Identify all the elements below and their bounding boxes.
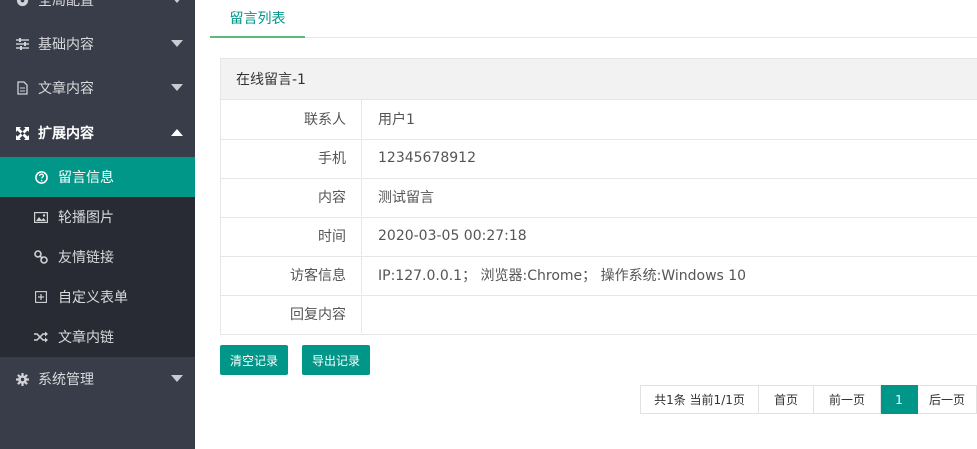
sidebar-item-article-content[interactable]: 文章内容 bbox=[0, 66, 195, 110]
document-icon bbox=[15, 81, 29, 95]
detail-label: 访客信息 bbox=[221, 256, 362, 294]
image-icon bbox=[34, 210, 48, 224]
submenu-item-custom-form[interactable]: 自定义表单 bbox=[0, 277, 195, 317]
detail-row-phone: 手机 12345678912 bbox=[220, 139, 977, 179]
submenu-item-label: 留言信息 bbox=[58, 170, 114, 186]
detail-row-time: 时间 2020-03-05 00:27:18 bbox=[220, 217, 977, 257]
chevron-down-icon bbox=[171, 375, 183, 382]
detail-value: 测试留言 bbox=[378, 190, 434, 206]
chevron-down-icon bbox=[171, 84, 183, 91]
submenu-item-label: 自定义表单 bbox=[58, 290, 128, 306]
detail-value: IP:127.0.0.1； 浏览器:Chrome； 操作系统:Windows 1… bbox=[378, 268, 747, 284]
link-icon bbox=[34, 250, 48, 264]
current-page-button[interactable]: 1 bbox=[881, 385, 918, 414]
sidebar-item-system-management[interactable]: 系统管理 bbox=[0, 357, 195, 401]
detail-value: 用户1 bbox=[378, 112, 415, 128]
submenu: 留言信息 轮播图片 友情链接 自定义表单 文章内链 bbox=[0, 157, 195, 357]
detail-row-content: 内容 测试留言 bbox=[220, 178, 977, 218]
sidebar-item-label: 全局配置 bbox=[38, 0, 94, 9]
clear-records-button[interactable]: 清空记录 bbox=[220, 345, 288, 375]
sidebar-item-basic-content[interactable]: 基础内容 bbox=[0, 22, 195, 66]
tab-message-list[interactable]: 留言列表 bbox=[210, 0, 305, 38]
sidebar-item-label: 文章内容 bbox=[38, 81, 94, 97]
submenu-item-article-links[interactable]: 文章内链 bbox=[0, 317, 195, 357]
submenu-item-label: 友情链接 bbox=[58, 250, 114, 266]
detail-label: 回复内容 bbox=[221, 295, 362, 333]
chevron-down-icon bbox=[171, 40, 183, 47]
gear-icon bbox=[15, 372, 29, 386]
globe-icon bbox=[15, 0, 29, 7]
question-circle-icon bbox=[34, 170, 48, 184]
detail-label: 手机 bbox=[221, 139, 362, 177]
first-page-button[interactable]: 首页 bbox=[759, 385, 814, 414]
plus-square-icon bbox=[34, 290, 48, 304]
export-records-button[interactable]: 导出记录 bbox=[302, 345, 370, 375]
submenu-item-links[interactable]: 友情链接 bbox=[0, 237, 195, 277]
detail-value: 12345678912 bbox=[378, 150, 476, 166]
pagination: 共1条 当前1/1页 首页 前一页 1 后一页 bbox=[640, 385, 977, 414]
submenu-item-label: 轮播图片 bbox=[58, 210, 114, 226]
shuffle-icon bbox=[34, 330, 48, 344]
sidebar: 全局配置 基础内容 文章内容 扩展内容 留言信息 轮播图片 友情链接 自定义表单… bbox=[0, 0, 195, 449]
sidebar-item-label: 基础内容 bbox=[38, 37, 94, 53]
pagination-summary: 共1条 当前1/1页 bbox=[640, 385, 759, 414]
sidebar-item-extended-content[interactable]: 扩展内容 bbox=[0, 111, 195, 155]
chevron-up-icon bbox=[171, 129, 183, 136]
chevron-down-icon bbox=[171, 0, 183, 3]
detail-label: 时间 bbox=[221, 217, 362, 255]
detail-label: 内容 bbox=[221, 178, 362, 216]
next-page-button[interactable]: 后一页 bbox=[918, 385, 977, 414]
tab-bar: 留言列表 bbox=[210, 0, 977, 38]
detail-row-reply: 回复内容 bbox=[220, 295, 977, 335]
message-title: 在线留言-1 bbox=[220, 58, 977, 100]
submenu-item-messages[interactable]: 留言信息 bbox=[0, 157, 195, 197]
sidebar-item-label: 扩展内容 bbox=[38, 126, 94, 142]
sliders-icon bbox=[15, 37, 29, 51]
detail-value: 2020-03-05 00:27:18 bbox=[378, 228, 527, 244]
expand-icon bbox=[15, 126, 29, 140]
submenu-item-label: 文章内链 bbox=[58, 330, 114, 346]
submenu-item-slides[interactable]: 轮播图片 bbox=[0, 197, 195, 237]
detail-label: 联系人 bbox=[221, 100, 362, 138]
prev-page-button[interactable]: 前一页 bbox=[814, 385, 881, 414]
detail-row-contact: 联系人 用户1 bbox=[220, 100, 977, 140]
detail-row-visitor-info: 访客信息 IP:127.0.0.1； 浏览器:Chrome； 操作系统:Wind… bbox=[220, 256, 977, 296]
sidebar-item-label: 系统管理 bbox=[38, 372, 94, 388]
sidebar-item-global-config[interactable]: 全局配置 bbox=[0, 0, 195, 22]
